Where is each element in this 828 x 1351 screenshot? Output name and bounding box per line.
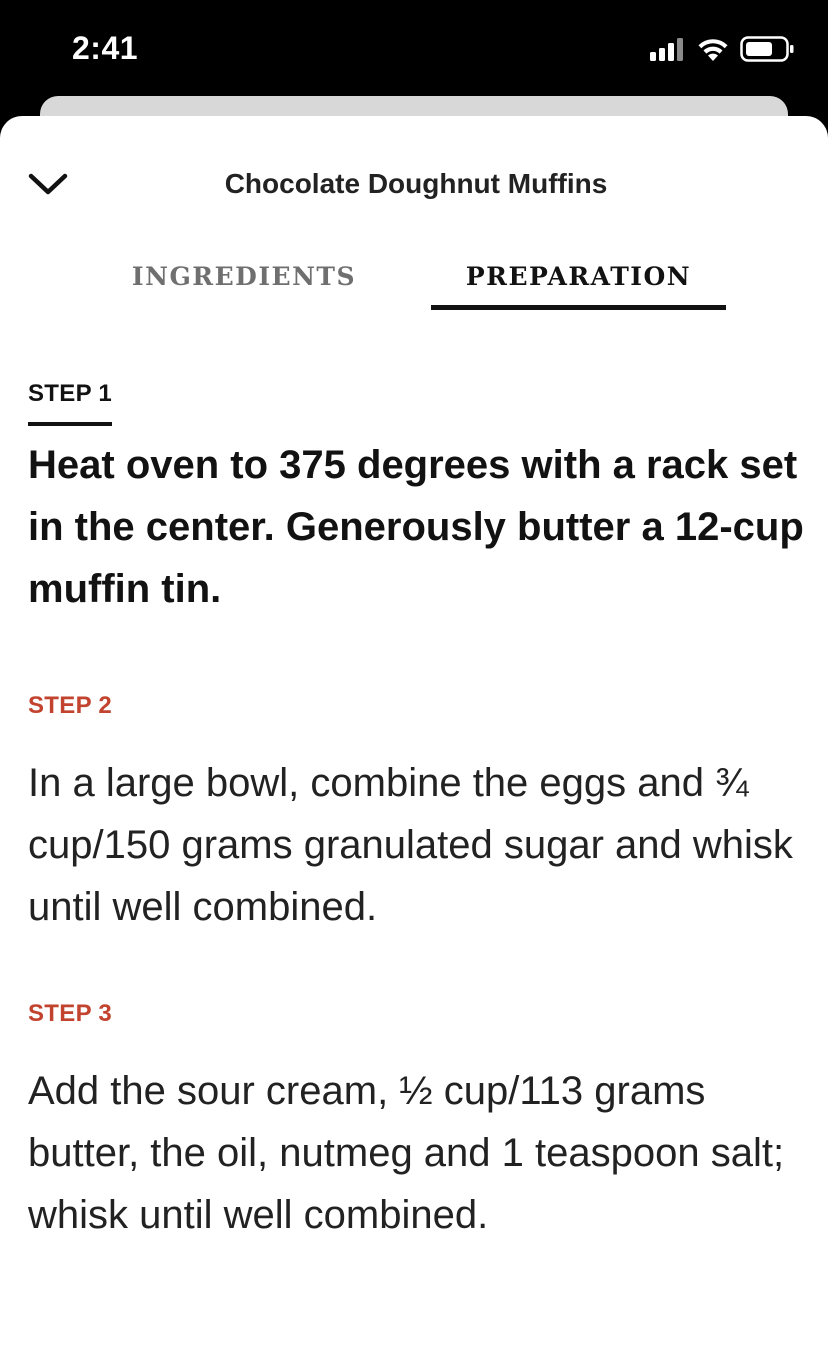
tab-bar: INGREDIENTS PREPARATION <box>0 254 828 314</box>
page-title: Chocolate Doughnut Muffins <box>224 168 608 199</box>
status-time: 2:41 <box>72 30 139 66</box>
status-bar: 2:41 <box>0 0 828 100</box>
step-item[interactable]: STEP 1 Heat oven to 375 degrees with a r… <box>28 380 808 620</box>
tab-preparation[interactable]: PREPARATION <box>431 254 726 310</box>
sheet-header: Chocolate Doughnut Muffins <box>0 116 828 256</box>
step-text: Heat oven to 375 degrees with a rack set… <box>28 443 804 611</box>
step-text: In a large bowl, combine the eggs and ¾ … <box>28 761 793 929</box>
step-label: STEP 1 <box>28 380 113 426</box>
step-item[interactable]: STEP 2 In a large bowl, combine the eggs… <box>28 692 808 938</box>
recipe-sheet: Chocolate Doughnut Muffins INGREDIENTS P… <box>0 116 828 1351</box>
battery-icon <box>740 36 794 62</box>
step-label: STEP 3 <box>28 1000 113 1027</box>
cellular-signal-icon <box>650 37 686 61</box>
step-item[interactable]: STEP 3 Add the sour cream, ½ cup/113 gra… <box>28 1000 808 1246</box>
step-text: Add the sour cream, ½ cup/113 grams butt… <box>28 1069 785 1237</box>
tab-ingredients[interactable]: INGREDIENTS <box>110 254 378 310</box>
status-icons <box>650 36 794 62</box>
wifi-icon <box>696 36 730 62</box>
step-label: STEP 2 <box>28 692 113 719</box>
